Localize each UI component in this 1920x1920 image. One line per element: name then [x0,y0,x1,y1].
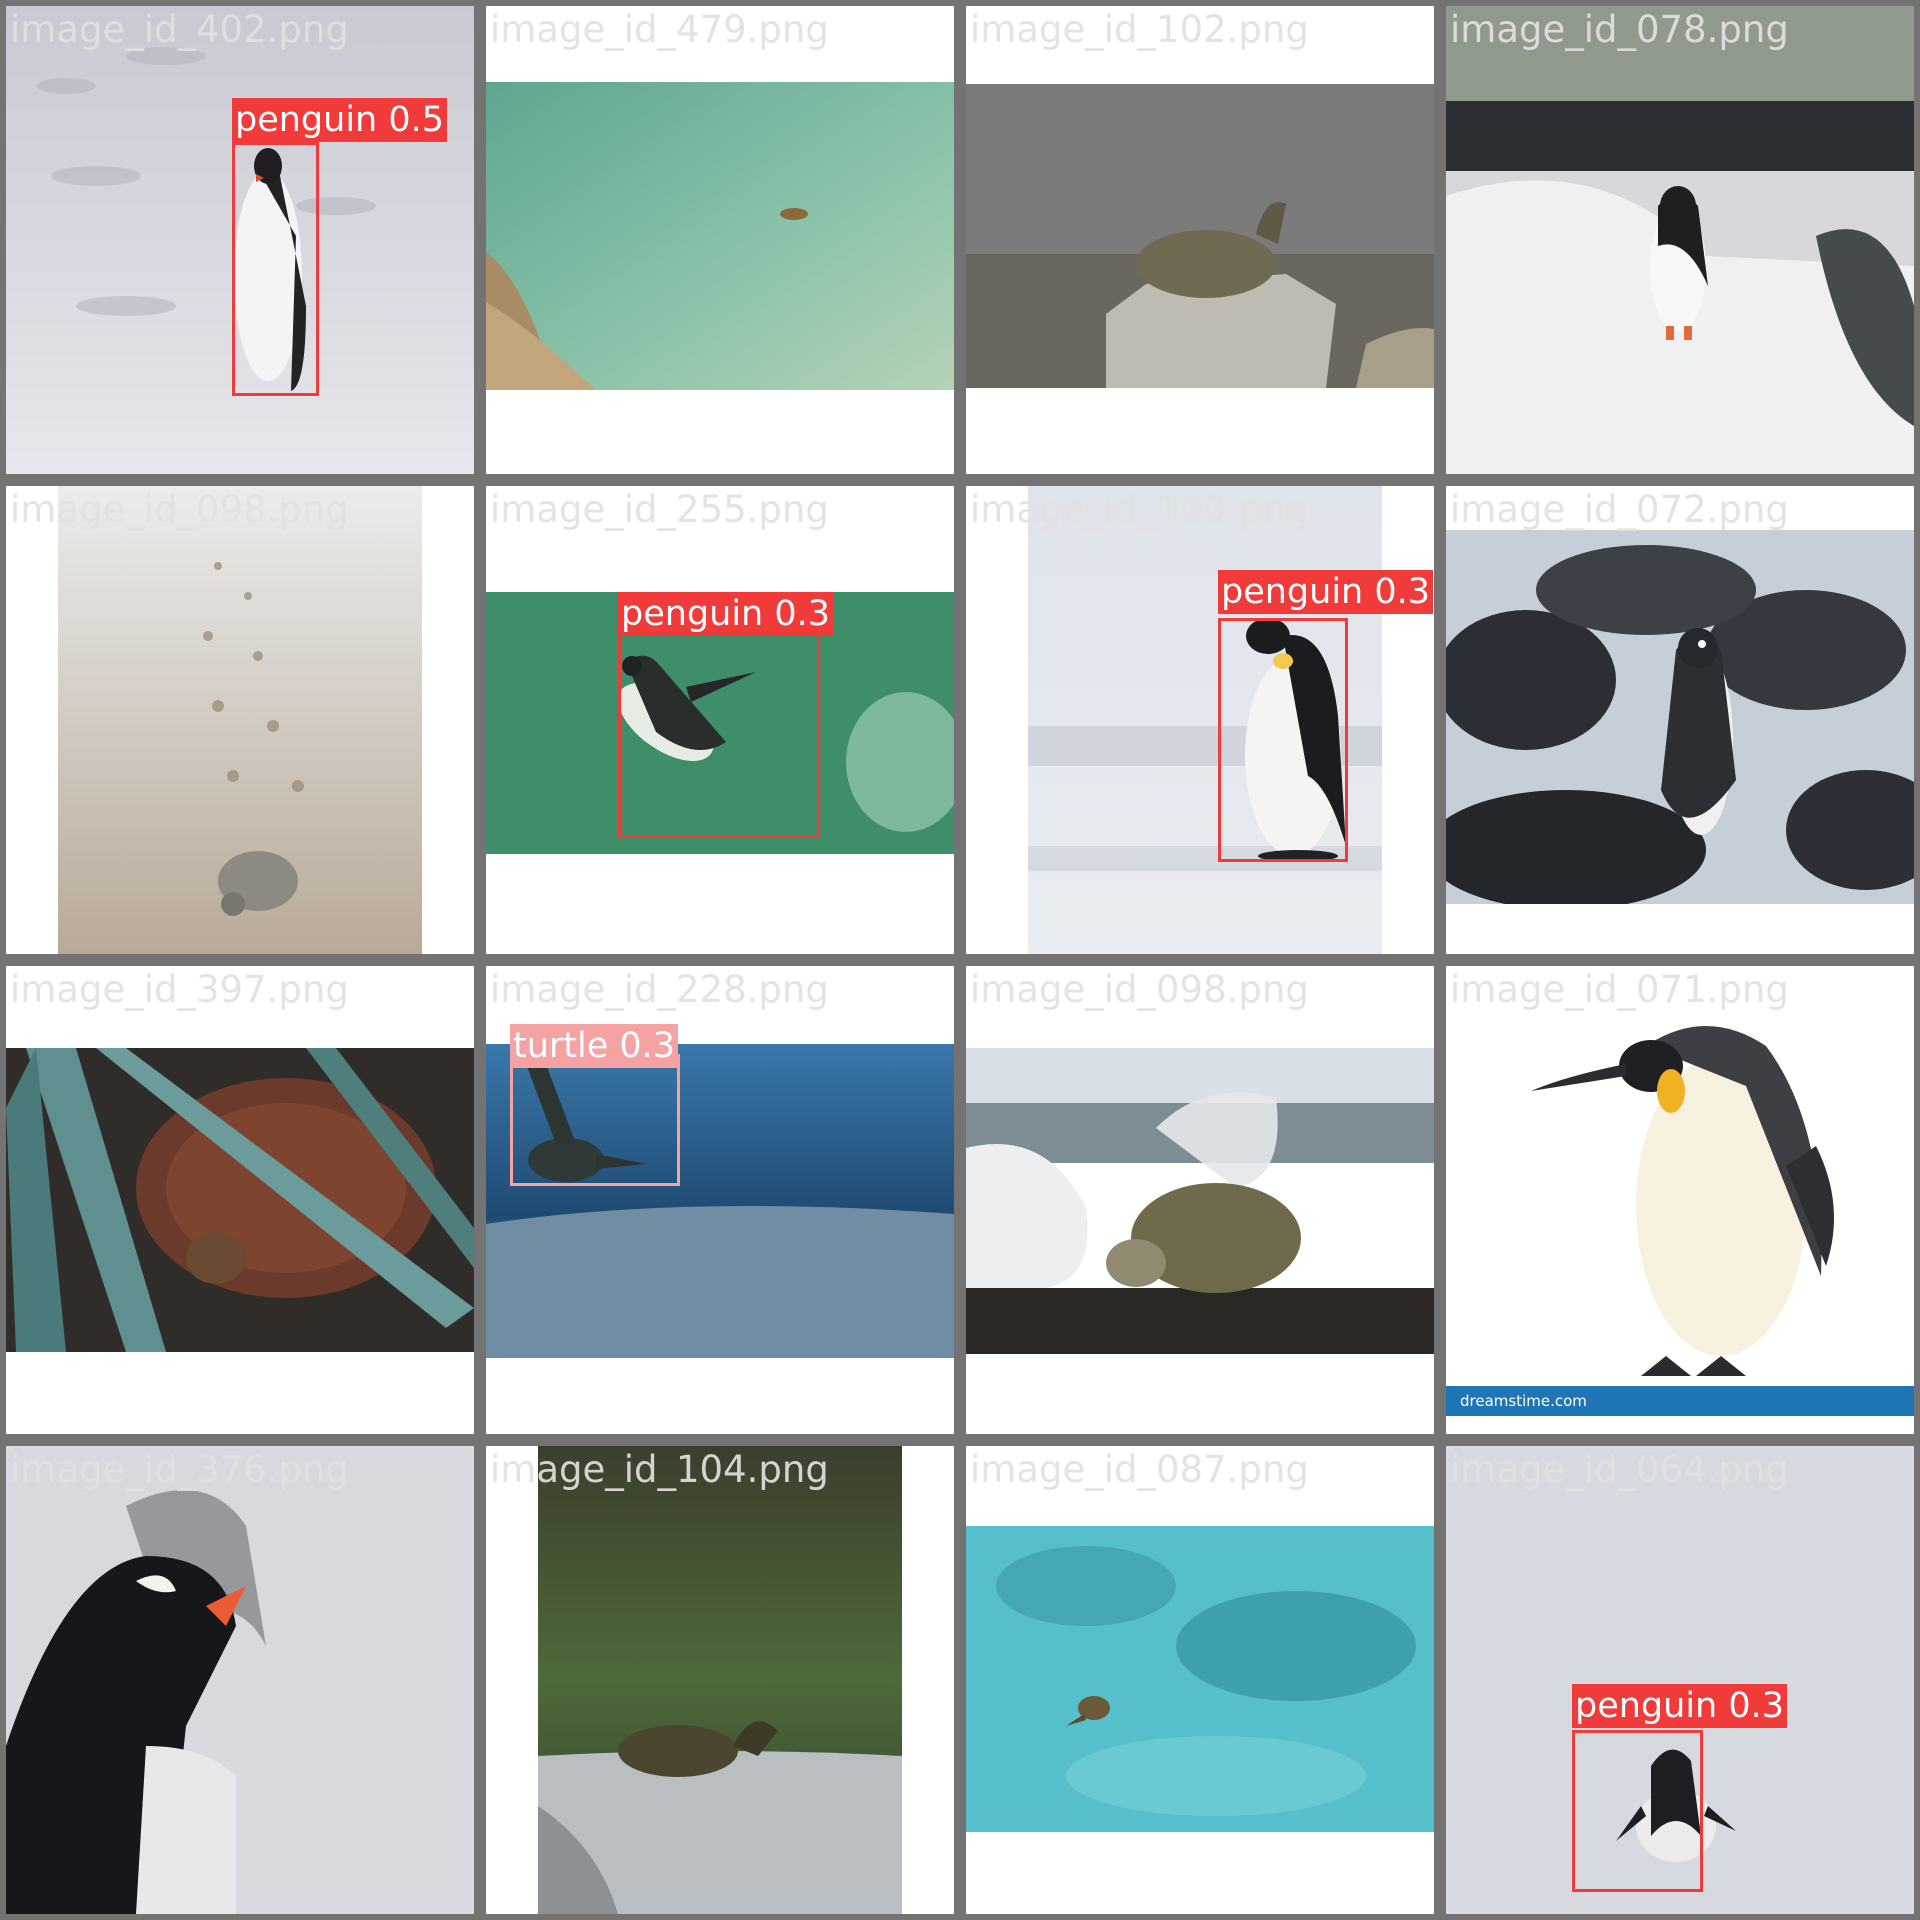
image-tile: image_id_397.png [0,960,480,1440]
detection-label: penguin 0.5 [232,98,448,142]
detection-results-grid: penguin 0.5 image_id_402.png image_id_47… [0,0,1920,1920]
detection-box [510,1054,680,1186]
filename-label: image_id_479.png [490,8,829,51]
image-tile: image_id_072.png [1440,480,1920,960]
turtle-rock-photo [966,84,1434,388]
image-tile: image_id_087.png [960,1440,1440,1920]
detection-box [1572,1730,1703,1892]
image-tile: image_id_102.png [960,0,1440,480]
slider-turtle-photo [538,1446,902,1914]
turquoise-water-photo [966,1526,1434,1832]
filename-label: image_id_072.png [1450,488,1789,531]
filename-label: image_id_228.png [490,968,829,1011]
image-tile: dreamstime.com image_id_071.png [1440,960,1920,1440]
image-tile: penguin 0.3 image_id_100.png [960,480,1440,960]
filename-label: image_id_087.png [970,1448,1309,1491]
filename-label: image_id_255.png [490,488,829,531]
image-tile: penguin 0.5 image_id_402.png [0,0,480,480]
detection-label: penguin 0.3 [618,592,834,636]
gentoo-closeup-photo [6,1446,474,1914]
image-tile: image_id_078.png [1440,0,1920,480]
filename-label: image_id_100.png [970,488,1309,531]
detection-box [232,142,319,396]
filename-label: image_id_104.png [490,1448,829,1491]
watermark-bar: dreamstime.com [1446,1386,1914,1416]
filename-label: image_id_078.png [1450,8,1789,51]
filename-label: image_id_064.png [1450,1448,1789,1491]
sea-turtle-surf-photo [966,1048,1434,1354]
green-water-photo [486,82,954,390]
filename-label: image_id_102.png [970,8,1309,51]
snow-penguin-walking-photo [1446,6,1914,474]
image-tile: penguin 0.3 image_id_064.png [1440,1440,1920,1920]
detection-label: penguin 0.3 [1572,1684,1788,1728]
filename-label: image_id_098.png [970,968,1309,1011]
image-tile: image_id_104.png [480,1440,960,1920]
filename-label: image_id_098.png [10,488,349,531]
image-tile: image_id_098.png [960,960,1440,1440]
detection-box [1218,618,1348,862]
king-penguin-photo [1446,966,1914,1434]
turtle-grass-photo [6,1048,474,1352]
detection-label: turtle 0.3 [510,1024,679,1068]
beach-hatchling-photo [58,486,422,954]
penguin-rocks-photo [1446,530,1914,904]
filename-label: image_id_397.png [10,968,349,1011]
image-tile: turtle 0.3 image_id_228.png [480,960,960,1440]
image-tile: image_id_098.png [0,480,480,960]
image-tile: image_id_479.png [480,0,960,480]
filename-label: image_id_402.png [10,8,349,51]
detection-label: penguin 0.3 [1218,570,1434,614]
filename-label: image_id_376.png [10,1448,349,1491]
filename-label: image_id_071.png [1450,968,1789,1011]
image-tile: penguin 0.3 image_id_255.png [480,480,960,960]
image-tile: image_id_376.png [0,1440,480,1920]
